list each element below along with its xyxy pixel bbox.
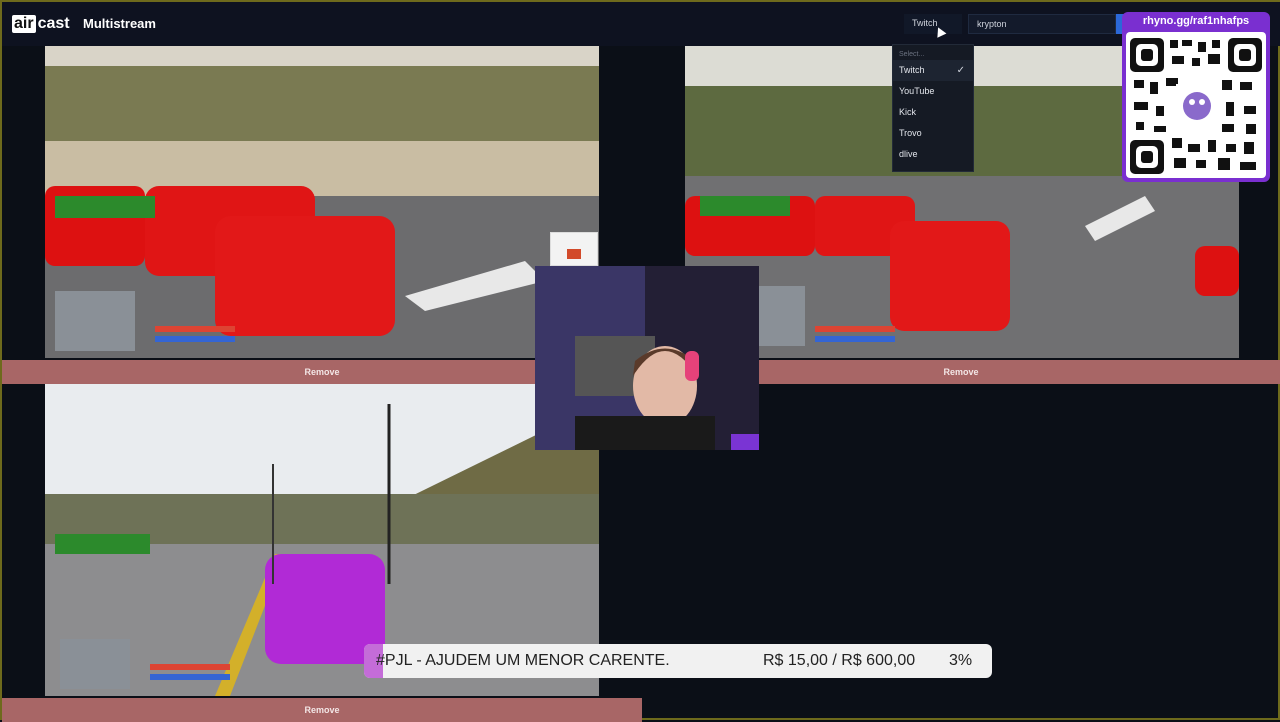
- dropdown-option-twitch[interactable]: Twitch ✓: [893, 60, 973, 81]
- stream-tile-1: [45, 46, 599, 358]
- sticker-overlay: [550, 232, 598, 266]
- qr-title: rhyno.gg/raf1nhafps: [1142, 15, 1250, 27]
- logo-air-text: air: [12, 15, 36, 33]
- goal-title: #PJL - AJUDEM UM MENOR CARENTE.: [376, 652, 670, 669]
- remove-button-1[interactable]: Remove: [304, 367, 339, 377]
- aircast-logo[interactable]: air cast: [12, 12, 70, 36]
- dropdown-option-label: Trovo: [899, 128, 922, 138]
- remove-bar-3[interactable]: Remove: [2, 698, 642, 722]
- dropdown-option-label: dlive: [899, 149, 918, 159]
- dropdown-option-label: Kick: [899, 107, 917, 117]
- qr-code: [1126, 32, 1266, 178]
- remove-button-2[interactable]: Remove: [943, 367, 978, 377]
- sticker-icon: [567, 249, 581, 259]
- dropdown-header: Select...: [899, 51, 925, 58]
- goal-amount: R$ 15,00 / R$ 600,00: [763, 652, 916, 669]
- dropdown-option-label: Twitch: [899, 65, 925, 75]
- app-frame: air cast Multistream Twitch Remove: [0, 0, 1280, 722]
- checkmark-icon: ✓: [956, 65, 965, 76]
- webcam-overlay: [535, 266, 759, 450]
- webcam-badge: [731, 434, 759, 450]
- platform-select[interactable]: Twitch: [904, 14, 962, 34]
- stream-video-1: [45, 46, 599, 358]
- channel-input[interactable]: [968, 14, 1116, 34]
- app-header: air cast Multistream Twitch: [2, 2, 1280, 46]
- dropdown-option-label: YouTube: [899, 86, 935, 96]
- dropdown-option-dlive[interactable]: dlive: [893, 144, 973, 165]
- goal-percent: 3%: [949, 652, 973, 669]
- dropdown-option-youtube[interactable]: YouTube: [893, 81, 973, 102]
- remove-button-3[interactable]: Remove: [304, 705, 339, 715]
- logo-cast-text: cast: [37, 15, 70, 32]
- platform-dropdown-menu: Select... Twitch ✓ YouTube Kick Trovo dl…: [892, 44, 974, 172]
- page-title: Multistream: [83, 16, 156, 31]
- dropdown-option-trovo[interactable]: Trovo: [893, 123, 973, 144]
- qr-overlay: rhyno.gg/raf1nhafps: [1122, 12, 1270, 182]
- webcam-video: [535, 266, 759, 450]
- donation-goal-bar: #PJL - AJUDEM UM MENOR CARENTE. R$ 15,00…: [364, 644, 992, 678]
- qr-code-graphic: [1130, 38, 1262, 174]
- dropdown-option-kick[interactable]: Kick: [893, 102, 973, 123]
